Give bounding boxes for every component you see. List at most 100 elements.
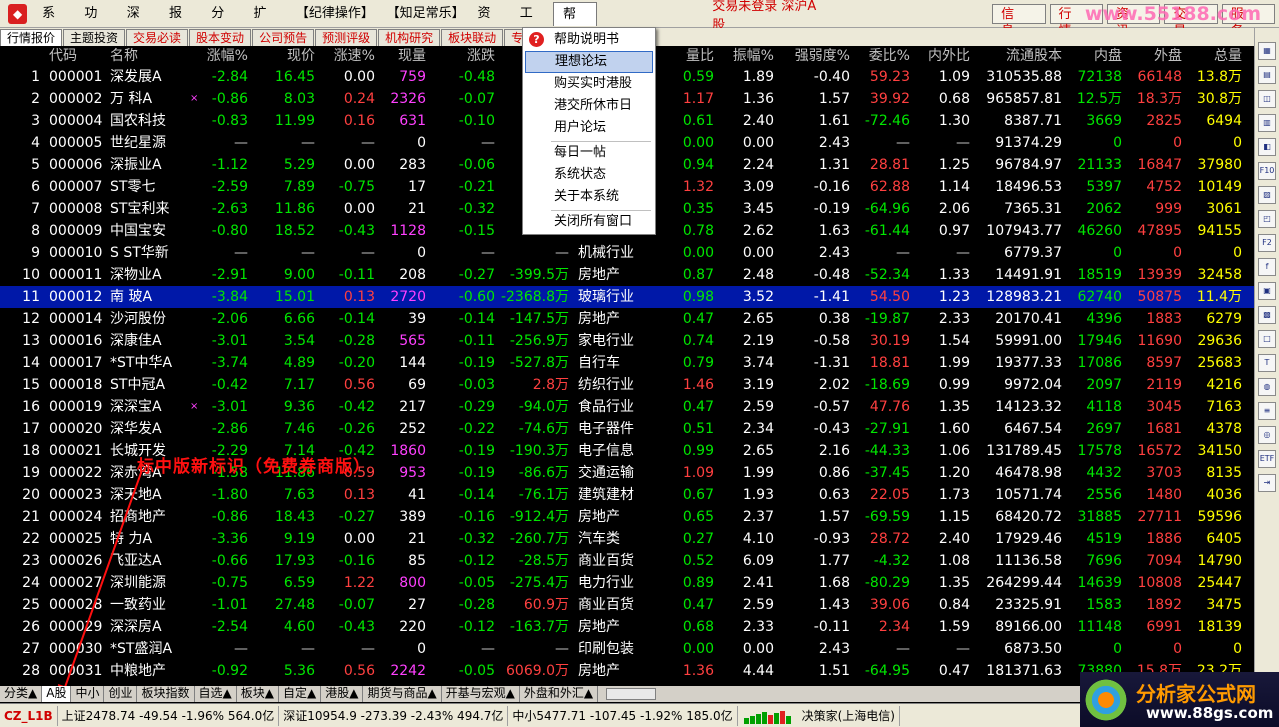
menu-item[interactable]: 扩展 (245, 2, 287, 45)
menu-icon[interactable]: ≡ (1258, 402, 1276, 420)
menu-item[interactable]: 资讯 (468, 2, 510, 45)
column-header[interactable]: 委比% (858, 46, 910, 66)
market-tab[interactable]: 中小 (71, 686, 105, 702)
table-row[interactable]: 25 000028 一致药业 -1.01 27.48 -0.07 27 -0.28 60.9万商… (0, 594, 1254, 616)
column-header[interactable]: 涨幅% (200, 46, 248, 66)
column-header[interactable]: 流通股本 (980, 46, 1062, 66)
table-row[interactable]: 26 000029 深深房A -2.54 4.60 -0.43 220 -0.12 -163.7… (0, 616, 1254, 638)
table-row[interactable]: 24 000027 深圳能源 -0.75 6.59 1.22 800 -0.05 -275.4万… (0, 572, 1254, 594)
list-icon[interactable]: ▤ (1258, 66, 1276, 84)
column-header[interactable]: 涨跌 (444, 46, 495, 66)
column-header[interactable]: 代码 (49, 46, 109, 66)
table-row[interactable]: 21 000024 招商地产 -0.86 18.43 -0.27 389 -0.16 -912.… (0, 506, 1254, 528)
market-tab[interactable]: 外盘和外汇▲ (519, 686, 599, 702)
etf-icon[interactable]: ETF (1258, 450, 1276, 468)
menu-item[interactable]: 功能 (75, 2, 117, 45)
table-row[interactable]: 11 000012 南 玻A -3.84 15.01 0.13 2720 -0.60 -2368… (0, 286, 1254, 308)
market-tab[interactable]: 板块▲ (236, 686, 279, 702)
float-shares: 46478.98 (995, 465, 1062, 481)
help-menu-item[interactable]: 港交所休市日 (525, 95, 653, 117)
f2-icon[interactable]: F2 (1258, 234, 1276, 252)
help-menu-item[interactable]: 关于本系统 (525, 186, 653, 208)
text-icon[interactable]: T (1258, 354, 1276, 372)
column-header[interactable]: 内外比 (920, 46, 970, 66)
menu-item[interactable]: 深度 (118, 2, 160, 45)
table-row[interactable]: 15 000018 ST中冠A -0.42 7.17 0.56 69 -0.03 2.8万 纺织行… (0, 374, 1254, 396)
market-tab[interactable]: 分类▲ (0, 686, 43, 702)
header-button[interactable]: 信息 (992, 3, 1046, 39)
tab[interactable]: 机构研究 (378, 29, 441, 46)
help-menu-item[interactable]: 关闭所有窗口 (525, 211, 653, 233)
column-header[interactable]: 现价 (258, 46, 315, 66)
column-header[interactable]: 总量 (1188, 46, 1242, 66)
table-row[interactable]: 12 000014 沙河股份 -2.06 6.66 -0.14 39 -0.14 -147.5万… (0, 308, 1254, 330)
tab[interactable]: 交易必读 (126, 29, 189, 46)
table-row[interactable]: 23 000026 飞亚达A -0.66 17.93 -0.16 85 -0.12 -28.5万… (0, 550, 1254, 572)
market-tab[interactable]: 开基与宏观▲ (441, 686, 520, 702)
index-zx[interactable]: 中小5477.71 -107.45 -1.92% 185.0亿 (508, 705, 738, 726)
column-header[interactable]: 涨速% (320, 46, 375, 66)
menu-item[interactable]: 【纪律操作】 (287, 2, 378, 26)
chart-icon[interactable]: ▨ (1258, 186, 1276, 204)
menu-item[interactable]: 帮助 (553, 1, 598, 46)
target-icon[interactable]: ◍ (1258, 378, 1276, 396)
table-row[interactable]: 14 000017 *ST中华A -3.74 4.89 -0.20 144 -0.19 -527… (0, 352, 1254, 374)
menu-item[interactable]: 报价 (160, 2, 202, 45)
formula-icon[interactable]: f (1258, 258, 1276, 276)
tab[interactable]: 公司预告 (252, 29, 315, 46)
help-menu-item[interactable]: 用户论坛 (525, 117, 653, 139)
index-sh[interactable]: 上证2478.74 -49.54 -1.96% 564.0亿 (58, 705, 280, 726)
circle-icon[interactable]: ◎ (1258, 426, 1276, 444)
tab[interactable]: 主题投资 (63, 29, 126, 46)
help-menu-item[interactable]: 帮助说明书 (525, 29, 653, 51)
table-row[interactable]: 22 000025 特 力A -3.36 9.19 0.00 21 -0.32 -260.7万汽… (0, 528, 1254, 550)
market-tab[interactable]: 板块指数 (137, 686, 195, 702)
column-header[interactable]: 振幅% (724, 46, 774, 66)
column-header[interactable]: 名称 (110, 46, 190, 66)
column-header[interactable]: 现量 (378, 46, 426, 66)
table-row[interactable]: 10 000011 深物业A -2.91 9.00 -0.11 208 -0.27 -399.5… (0, 264, 1254, 286)
blank-icon[interactable]: □ (1258, 330, 1276, 348)
market-tab[interactable]: 港股▲ (321, 686, 364, 702)
table-row[interactable]: 28 000031 中粮地产 -0.92 5.36 0.56 2242 -0.05 6069.0… (0, 660, 1254, 682)
column-header[interactable]: 量比 (674, 46, 714, 66)
market-tab[interactable]: 自选▲ (194, 686, 237, 702)
table-row[interactable]: 16 000019 深深宝A × -3.01 9.36 -0.42 217 -0.29 -94.0… (0, 396, 1254, 418)
columns-icon[interactable]: ▥ (1258, 114, 1276, 132)
mesh-icon[interactable]: ▩ (1258, 306, 1276, 324)
layout-icon[interactable]: ◰ (1258, 210, 1276, 228)
margin-mark (190, 484, 200, 506)
window-icon[interactable]: ◫ (1258, 90, 1276, 108)
help-menu-item[interactable]: 购买实时港股 (525, 73, 653, 95)
grid-icon[interactable]: ▦ (1258, 42, 1276, 60)
market-tab[interactable]: 自定▲ (278, 686, 322, 702)
column-header[interactable]: 外盘 (1132, 46, 1182, 66)
menu-item[interactable]: 分析 (202, 2, 244, 45)
menu-item[interactable]: 系统 (33, 2, 75, 45)
index-sz[interactable]: 深证10954.9 -273.39 -2.43% 494.7亿 (279, 705, 509, 726)
table-row[interactable]: 20 000023 深天地A -1.80 7.63 0.13 41 -0.14 -76.1万 建筑… (0, 484, 1254, 506)
box-icon[interactable]: ▣ (1258, 282, 1276, 300)
menu-item[interactable]: 工具 (511, 2, 553, 45)
table-row[interactable]: 17 000020 深华发A -2.86 7.46 -0.26 252 -0.22 -74.6万… (0, 418, 1254, 440)
help-menu-item[interactable]: 每日一帖 (525, 142, 653, 164)
menu-item[interactable]: 【知足常乐】 (378, 2, 469, 26)
panel-icon[interactable]: ◧ (1258, 138, 1276, 156)
column-header[interactable]: 强弱度% (786, 46, 850, 66)
tab[interactable]: 股本变动 (189, 29, 252, 46)
table-row[interactable]: 9 000010 S ST华新 — — — 0 — — 机械行业 0.00 0.00 2.43 — — 677… (0, 242, 1254, 264)
market-tab[interactable]: A股 (42, 686, 72, 702)
market-tab[interactable]: 创业 (104, 686, 138, 702)
horizontal-scrollbar[interactable] (606, 688, 657, 700)
help-menu-item[interactable]: 理想论坛 (525, 51, 653, 73)
help-menu-item[interactable]: 系统状态 (525, 164, 653, 186)
tab[interactable]: 预测评级 (315, 29, 378, 46)
table-row[interactable]: 13 000016 深康佳A -3.01 3.54 -0.28 565 -0.11 -256.9… (0, 330, 1254, 352)
exit-icon[interactable]: ⇥ (1258, 474, 1276, 492)
tab[interactable]: 板块联动 (441, 29, 504, 46)
table-row[interactable]: 27 000030 *ST盛润A — — — 0 — — 印刷包装 0.00 0.00 2.43 — — 68… (0, 638, 1254, 660)
market-tab[interactable]: 期货与商品▲ (363, 686, 442, 702)
tab[interactable]: 行情报价 (0, 29, 63, 46)
f10-icon[interactable]: F10 (1258, 162, 1276, 180)
column-header[interactable]: 内盘 (1072, 46, 1122, 66)
